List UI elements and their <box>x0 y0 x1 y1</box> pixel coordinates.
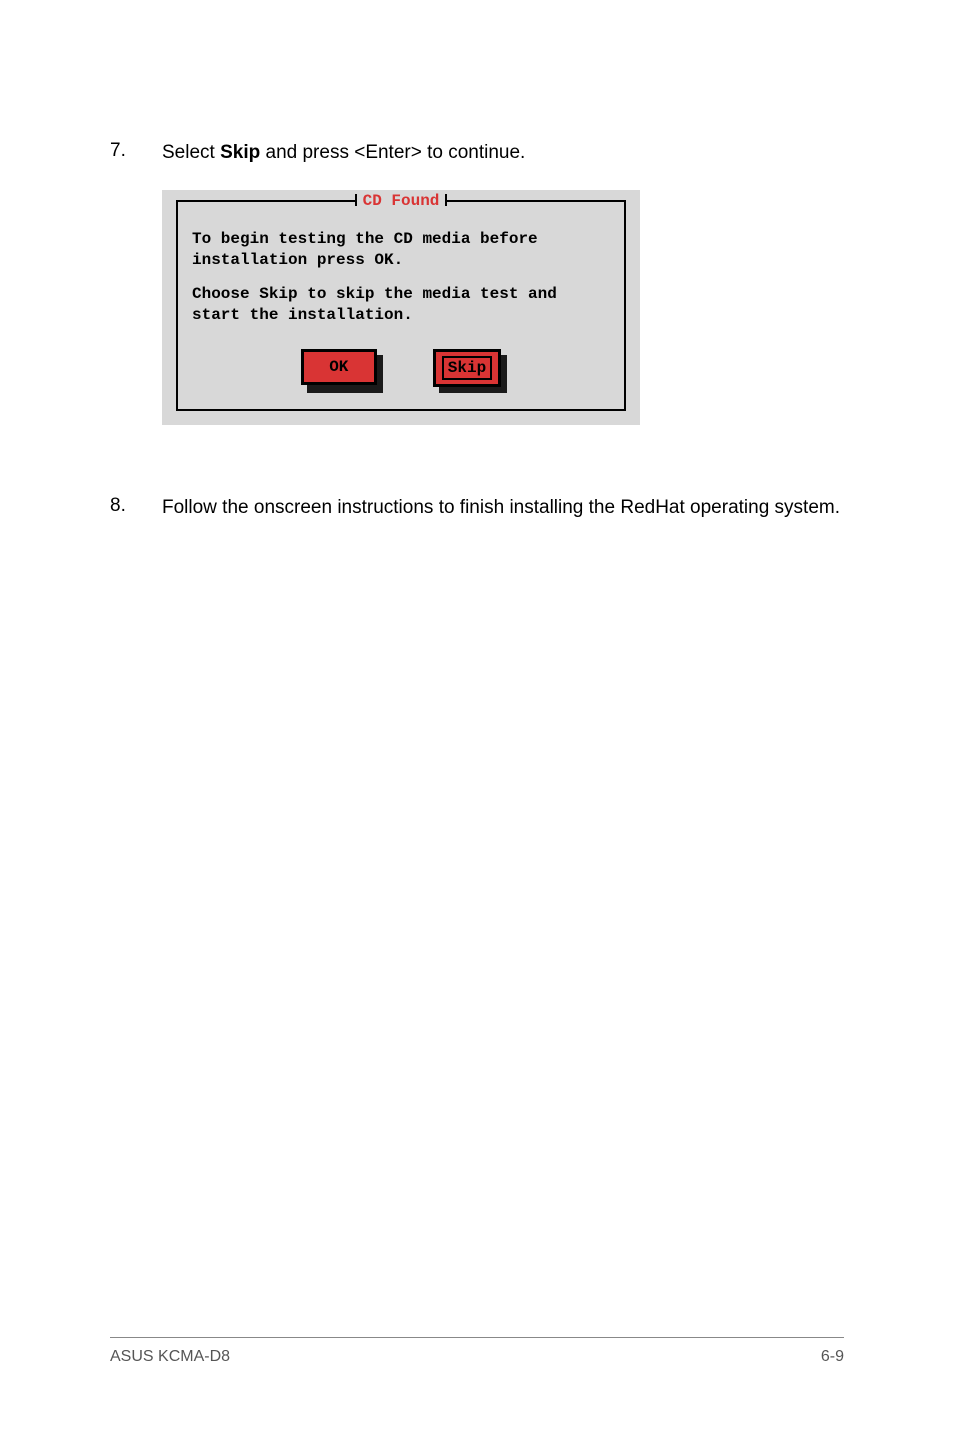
step-8-text: Follow the onscreen instructions to fini… <box>162 495 840 521</box>
footer-product: ASUS KCMA-D8 <box>110 1348 230 1366</box>
step-7: 7. Select Skip and press <Enter> to cont… <box>110 140 844 166</box>
cd-found-dialog-illustration: CD Found To begin testing the CD media b… <box>162 190 844 425</box>
dialog-para1: To begin testing the CD media before ins… <box>192 229 610 272</box>
skip-button[interactable]: Skip <box>433 349 501 387</box>
step-8: 8. Follow the onscreen instructions to f… <box>110 495 844 521</box>
dialog-title: CD Found <box>357 192 446 210</box>
page-footer: ASUS KCMA-D8 6-9 <box>110 1337 844 1366</box>
dialog-para2: Choose Skip to skip the media test and s… <box>192 284 610 327</box>
step-7-text: Select Skip and press <Enter> to continu… <box>162 140 525 166</box>
step-7-number: 7. <box>110 140 162 166</box>
ok-button[interactable]: OK <box>301 349 377 387</box>
step-8-number: 8. <box>110 495 162 521</box>
footer-page-number: 6-9 <box>821 1348 844 1366</box>
